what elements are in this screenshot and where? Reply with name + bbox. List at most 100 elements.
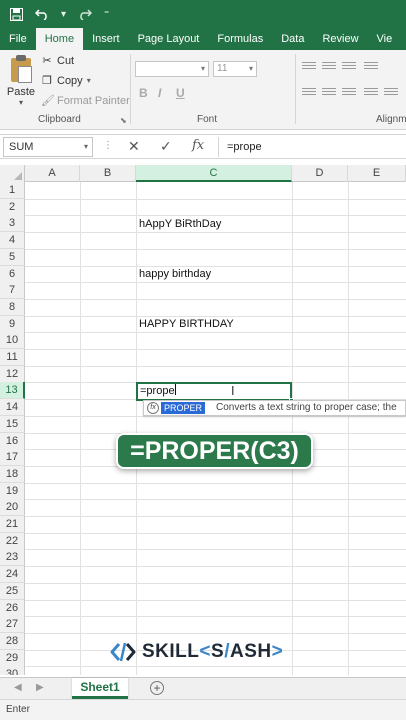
function-autocomplete[interactable]: fx PROPER Converts a text string to prop…	[143, 400, 406, 416]
copy-dropdown-icon[interactable]: ▾	[87, 76, 91, 85]
copy-button[interactable]: ❐ Copy ▾	[41, 74, 91, 88]
underline-button[interactable]: U	[176, 86, 185, 100]
row-header-17[interactable]: 17	[0, 449, 25, 467]
tab-file[interactable]: File	[0, 28, 36, 50]
row-header-4[interactable]: 4	[0, 232, 25, 250]
row-header-15[interactable]: 15	[0, 415, 25, 433]
gridline	[25, 516, 406, 517]
row-header-9[interactable]: 9	[0, 315, 25, 333]
row-header-13[interactable]: 13	[0, 382, 25, 400]
row-header-5[interactable]: 5	[0, 248, 25, 266]
cell-c9[interactable]: HAPPY BIRTHDAY	[139, 316, 234, 333]
brand-part-6: >	[271, 641, 284, 662]
gridline	[25, 365, 406, 367]
top-align-icon[interactable]	[302, 62, 316, 72]
row-header-27[interactable]: 27	[0, 616, 25, 634]
insert-function-icon[interactable]: fx	[192, 138, 204, 153]
row-header-6[interactable]: 6	[0, 265, 25, 283]
tab-formulas[interactable]: Formulas	[208, 28, 272, 50]
formula-bar-handle-icon[interactable]: ⋮	[103, 140, 113, 151]
copy-label: Copy	[57, 74, 83, 87]
column-header-a[interactable]: A	[25, 165, 80, 182]
name-box-dropdown-icon[interactable]: ▾	[84, 138, 88, 156]
column-header-d[interactable]: D	[292, 165, 348, 182]
brand-part-3: S	[211, 641, 225, 662]
undo-dropdown-icon[interactable]: ▾	[61, 9, 66, 20]
title-bar: ▾ ⁼	[0, 0, 406, 28]
font-name-dropdown-icon[interactable]: ▾	[201, 62, 205, 76]
paste-dropdown-icon[interactable]: ▾	[5, 98, 37, 107]
clipboard-launcher-icon[interactable]: ⬊	[120, 116, 127, 125]
active-cell-c13[interactable]: =prope	[136, 382, 294, 403]
decrease-indent-icon[interactable]	[364, 88, 378, 98]
row-header-21[interactable]: 21	[0, 516, 25, 533]
row-header-2[interactable]: 2	[0, 198, 25, 216]
gridline	[25, 666, 406, 668]
tab-insert[interactable]: Insert	[83, 28, 129, 50]
undo-icon[interactable]	[35, 8, 49, 20]
row-header-16[interactable]: 16	[0, 432, 25, 450]
name-box[interactable]: SUM ▾	[3, 137, 93, 157]
row-header-1[interactable]: 1	[0, 182, 25, 199]
row-header-18[interactable]: 18	[0, 465, 25, 483]
customize-icon[interactable]: ⁼	[104, 9, 109, 20]
gridline	[25, 599, 406, 601]
row-header-29[interactable]: 29	[0, 649, 25, 667]
align-center-icon[interactable]	[322, 88, 336, 98]
select-all-button[interactable]	[0, 165, 25, 182]
align-right-icon[interactable]	[342, 88, 356, 98]
tab-review[interactable]: Review	[313, 28, 367, 50]
orientation-icon[interactable]	[364, 62, 378, 72]
row-header-3[interactable]: 3	[0, 215, 25, 233]
align-left-icon[interactable]	[302, 88, 316, 98]
save-icon[interactable]	[10, 7, 23, 21]
font-name-box[interactable]: ▾	[135, 61, 209, 77]
autocomplete-item-proper[interactable]: fx PROPER	[147, 402, 206, 414]
paste-button[interactable]: Paste ▾	[5, 54, 37, 107]
bold-button[interactable]: B	[139, 86, 148, 100]
row-header-19[interactable]: 19	[0, 482, 25, 500]
column-header-c[interactable]: C	[136, 165, 292, 182]
row-header-8[interactable]: 8	[0, 298, 25, 316]
cell-c6[interactable]: happy birthday	[139, 266, 211, 283]
worksheet-grid[interactable]: A B C D E 1 2 3 4 5 6 7 8 9 10 11 12 13 14 15 16 17 18 19 2…	[0, 165, 406, 675]
row-header-23[interactable]: 23	[0, 549, 25, 567]
row-header-26[interactable]: 26	[0, 599, 25, 617]
row-header-14[interactable]: 14	[0, 399, 25, 417]
column-header-b[interactable]: B	[80, 165, 136, 182]
row-header-7[interactable]: 7	[0, 282, 25, 300]
middle-align-icon[interactable]	[322, 62, 336, 72]
tab-data[interactable]: Data	[272, 28, 313, 50]
redo-icon[interactable]	[78, 8, 93, 20]
cut-button[interactable]: ✂ Cut	[41, 54, 74, 68]
next-sheet-icon[interactable]: ▶	[36, 682, 44, 693]
cancel-icon[interactable]: ✕	[128, 138, 140, 155]
tab-page-layout[interactable]: Page Layout	[129, 28, 209, 50]
row-header-10[interactable]: 10	[0, 332, 25, 350]
row-header-30[interactable]: 30	[0, 666, 25, 675]
row-header-24[interactable]: 24	[0, 566, 25, 584]
row-header-11[interactable]: 11	[0, 349, 25, 366]
tab-view[interactable]: Vie	[368, 28, 402, 50]
tab-home[interactable]: Home	[35, 28, 84, 50]
format-painter-button[interactable]: 🖌 Format Painter	[41, 94, 130, 108]
cell-c3[interactable]: hAppY BiRthDay	[139, 216, 221, 233]
row-header-12[interactable]: 12	[0, 365, 25, 383]
row-header-25[interactable]: 25	[0, 582, 25, 600]
cell-c13-value: =prope	[140, 385, 175, 397]
add-sheet-icon[interactable]: +	[150, 681, 164, 695]
increase-indent-icon[interactable]	[384, 88, 398, 98]
previous-sheet-icon[interactable]: ◀	[14, 682, 22, 693]
column-header-e[interactable]: E	[348, 165, 406, 182]
bottom-align-icon[interactable]	[342, 62, 356, 72]
italic-button[interactable]: I	[158, 86, 161, 100]
row-header-22[interactable]: 22	[0, 532, 25, 550]
sheet-tab-sheet1[interactable]: Sheet1	[72, 678, 128, 699]
row-header-20[interactable]: 20	[0, 499, 25, 517]
enter-icon[interactable]: ✓	[160, 138, 172, 155]
row-header-28[interactable]: 28	[0, 632, 25, 650]
gridline	[80, 182, 81, 675]
formula-input[interactable]: =prope	[218, 137, 406, 157]
font-size-dropdown-icon[interactable]: ▾	[249, 62, 253, 76]
font-size-box[interactable]: 11 ▾	[213, 61, 257, 77]
